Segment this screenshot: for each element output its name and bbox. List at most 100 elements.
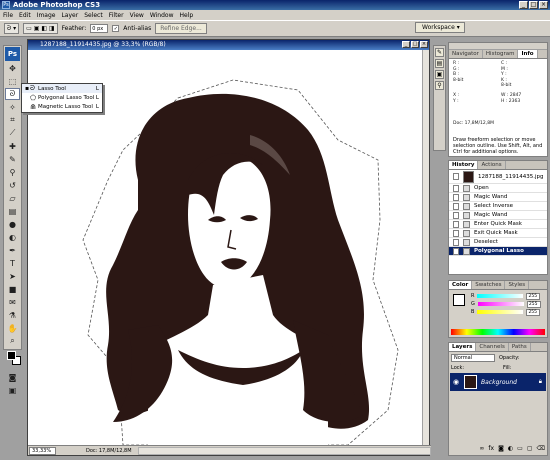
menu-window[interactable]: Window: [150, 12, 174, 19]
refine-edge-button[interactable]: Refine Edge...: [155, 23, 207, 34]
green-value[interactable]: 255: [526, 300, 541, 308]
menu-layer[interactable]: Layer: [61, 12, 78, 19]
color-ramp[interactable]: [451, 329, 545, 335]
antialias-checkbox[interactable]: ✓: [112, 25, 120, 32]
green-slider[interactable]: [477, 302, 524, 306]
tab-info[interactable]: Info: [518, 50, 538, 58]
minimize-button[interactable]: _: [519, 1, 528, 9]
tab-navigator[interactable]: Navigator: [449, 50, 483, 58]
zoom-tool-icon[interactable]: ⌕: [5, 335, 20, 347]
clone-source-icon[interactable]: ⚲: [435, 81, 444, 90]
history-brush-icon[interactable]: ↺: [5, 179, 20, 191]
vertical-scrollbar[interactable]: [422, 50, 429, 446]
mask-icon[interactable]: ◙: [498, 445, 504, 453]
marquee-tool-icon[interactable]: ⬚: [5, 75, 20, 87]
menu-edit[interactable]: Edit: [19, 12, 31, 19]
new-layer-icon[interactable]: ▢: [527, 445, 533, 453]
palette-grip[interactable]: [449, 43, 547, 50]
intersect-selection-icon[interactable]: ◨: [47, 25, 55, 32]
move-tool-icon[interactable]: ✥: [5, 62, 20, 74]
doc-maximize-button[interactable]: □: [411, 41, 419, 48]
color-swatches[interactable]: [5, 350, 21, 368]
red-value[interactable]: 255: [526, 292, 541, 300]
eyedropper-tool-icon[interactable]: ⚗: [5, 309, 20, 321]
history-item-selected[interactable]: Polygonal Lasso: [449, 247, 547, 256]
brush-tool-icon[interactable]: ✎: [5, 153, 20, 165]
history-item[interactable]: Select Inverse: [449, 202, 547, 211]
brush-panel-icon[interactable]: ✎: [435, 48, 444, 57]
quick-mask-icon[interactable]: ◙: [5, 371, 20, 383]
tab-paths[interactable]: Paths: [509, 343, 531, 351]
notes-tool-icon[interactable]: ✉: [5, 296, 20, 308]
close-button[interactable]: ×: [539, 1, 548, 9]
subtract-selection-icon[interactable]: ◧: [39, 25, 47, 32]
tab-color[interactable]: Color: [449, 281, 473, 289]
history-item[interactable]: Magic Wand: [449, 193, 547, 202]
tool-preset-picker[interactable]: ᘐ ▾: [4, 23, 20, 34]
tab-layers[interactable]: Layers: [449, 343, 477, 351]
pen-tool-icon[interactable]: ✒: [5, 244, 20, 256]
shape-tool-icon[interactable]: ■: [5, 283, 20, 295]
dodge-tool-icon[interactable]: ◐: [5, 231, 20, 243]
lasso-tool-icon[interactable]: ᘐ: [5, 88, 20, 100]
menu-image[interactable]: Image: [37, 12, 56, 19]
horizontal-scrollbar[interactable]: [137, 446, 431, 455]
doc-close-button[interactable]: ×: [420, 41, 428, 48]
menu-file[interactable]: File: [3, 12, 13, 19]
foreground-color-swatch[interactable]: [7, 351, 16, 360]
blue-slider[interactable]: [477, 310, 524, 314]
tool-presets-icon[interactable]: ▤: [435, 59, 444, 68]
history-brush-source[interactable]: [453, 173, 459, 180]
add-selection-icon[interactable]: ▣: [32, 25, 40, 32]
tab-histogram[interactable]: Histogram: [483, 50, 519, 58]
menu-help[interactable]: Help: [180, 12, 194, 19]
menu-filter[interactable]: Filter: [109, 12, 124, 19]
flyout-lasso-tool[interactable]: ▪ ᘐ Lasso Tool L: [22, 84, 102, 93]
history-item[interactable]: Enter Quick Mask: [449, 220, 547, 229]
history-item[interactable]: Exit Quick Mask: [449, 229, 547, 238]
flyout-polygonal-lasso-tool[interactable]: ⬠ Polygonal Lasso Tool L: [22, 93, 102, 102]
color-fg-swatch[interactable]: [453, 294, 465, 306]
eye-icon[interactable]: ◉: [453, 378, 461, 386]
feather-input[interactable]: 0 px: [90, 24, 109, 33]
tab-swatches[interactable]: Swatches: [472, 281, 506, 289]
layer-row-background[interactable]: ◉ Background 🔒︎: [450, 373, 546, 391]
folder-icon[interactable]: ▭: [517, 445, 523, 453]
link-icon[interactable]: ∞: [479, 445, 484, 453]
history-snapshot[interactable]: 1287188_11914435.jpg: [449, 170, 547, 184]
gradient-tool-icon[interactable]: ▤: [5, 205, 20, 217]
tab-history[interactable]: History: [449, 161, 479, 169]
adjustment-icon[interactable]: ◐: [508, 445, 513, 453]
zoom-level-field[interactable]: 33,33%: [29, 446, 56, 455]
magic-wand-tool-icon[interactable]: ✧: [5, 101, 20, 113]
doc-minimize-button[interactable]: _: [402, 41, 410, 48]
maximize-button[interactable]: □: [529, 1, 538, 9]
blend-mode-select[interactable]: Normal: [451, 354, 495, 362]
slice-tool-icon[interactable]: ⟋: [5, 127, 20, 139]
blur-tool-icon[interactable]: ●: [5, 218, 20, 230]
screen-mode-icon[interactable]: ▣: [5, 384, 20, 396]
type-tool-icon[interactable]: T: [5, 257, 20, 269]
blue-value[interactable]: 255: [526, 308, 541, 316]
history-item[interactable]: Magic Wand: [449, 211, 547, 220]
hand-tool-icon[interactable]: ✋: [5, 322, 20, 334]
tab-styles[interactable]: Styles: [505, 281, 530, 289]
trash-icon[interactable]: ⌫: [537, 445, 545, 453]
crop-tool-icon[interactable]: ⌗: [5, 114, 20, 126]
healing-brush-icon[interactable]: ✚: [5, 140, 20, 152]
flyout-magnetic-lasso-tool[interactable]: ⋒ Magnetic Lasso Tool L: [22, 102, 102, 111]
fx-icon[interactable]: fx: [488, 445, 494, 453]
menu-view[interactable]: View: [130, 12, 144, 19]
history-item[interactable]: Open: [449, 184, 547, 193]
clone-stamp-icon[interactable]: ⚲: [5, 166, 20, 178]
menu-select[interactable]: Select: [84, 12, 103, 19]
workspace-button[interactable]: Workspace ▾: [415, 22, 465, 33]
layer-comps-icon[interactable]: ▣: [435, 70, 444, 79]
tab-channels[interactable]: Channels: [476, 343, 509, 351]
selection-mode-buttons[interactable]: ▭ ▣ ◧ ◨: [23, 23, 58, 34]
path-selection-icon[interactable]: ➤: [5, 270, 20, 282]
eraser-tool-icon[interactable]: ▱: [5, 192, 20, 204]
history-item[interactable]: Deselect: [449, 238, 547, 247]
tab-actions[interactable]: Actions: [478, 161, 506, 169]
red-slider[interactable]: [477, 294, 524, 298]
